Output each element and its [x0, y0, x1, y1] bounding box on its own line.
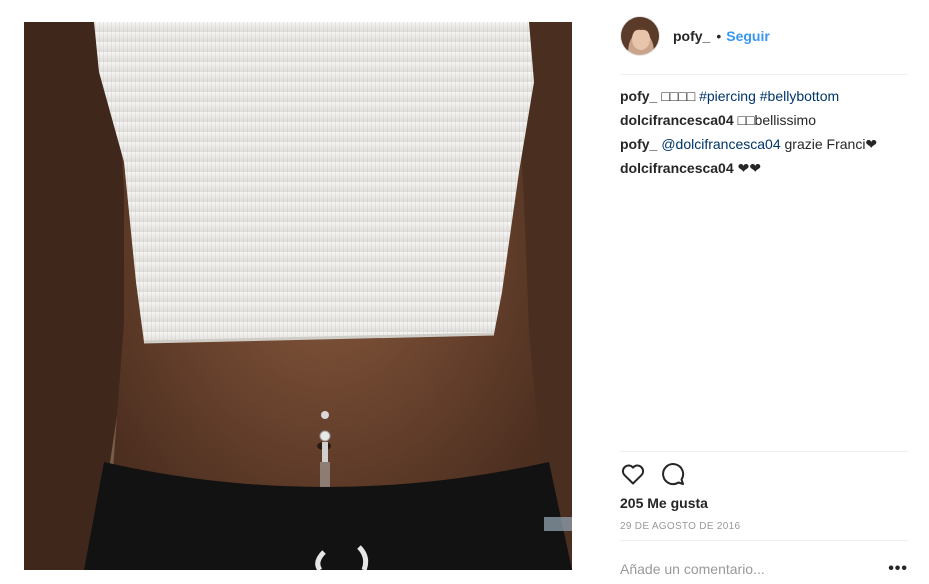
follow-button[interactable]: Seguir [726, 28, 770, 44]
avatar[interactable] [620, 16, 660, 56]
heart-icon [621, 464, 645, 485]
username-link[interactable]: pofy_ [673, 28, 710, 44]
comment-item: pofy_ @dolcifrancesca04 grazie Franci❤ [620, 135, 908, 153]
comment-text: □□□□ [661, 88, 696, 104]
comment-button[interactable] [660, 461, 686, 487]
likes-count[interactable]: 205 Me gusta [620, 495, 708, 511]
comment-author[interactable]: pofy_ [620, 88, 657, 104]
comment-text: grazie Franci❤ [784, 136, 878, 152]
actions-divider [620, 451, 908, 452]
more-options-icon[interactable]: ••• [888, 560, 908, 578]
comment-text: □□bellissimo [737, 112, 816, 128]
comment-item: dolcifrancesca04 ❤❤ [620, 159, 908, 177]
comment-author[interactable]: pofy_ [620, 136, 657, 152]
comment-author[interactable]: dolcifrancesca04 [620, 112, 734, 128]
post-header: pofy_ • Seguir [620, 16, 908, 56]
comment-divider [620, 540, 908, 541]
comments-list: pofy_ □□□□ #piercing #bellybottom dolcifr… [620, 87, 908, 183]
comment-text: ❤❤ [737, 160, 762, 176]
header-divider [620, 74, 908, 75]
post-sidebar: pofy_ • Seguir pofy_ □□□□ #piercing #bell… [620, 0, 908, 584]
comment-author[interactable]: dolcifrancesca04 [620, 160, 734, 176]
separator-dot: • [716, 28, 722, 44]
like-button[interactable] [620, 461, 646, 487]
comment-item: dolcifrancesca04 □□bellissimo [620, 111, 908, 129]
comment-input[interactable] [620, 561, 870, 577]
photo-illustration [24, 22, 572, 570]
add-comment-bar: ••• [620, 558, 908, 580]
comment-hashtags[interactable]: #piercing #bellybottom [699, 88, 839, 104]
comment-mention[interactable]: @dolcifrancesca04 [661, 136, 780, 152]
speech-bubble-icon [662, 463, 685, 486]
post-photo[interactable] [24, 22, 572, 570]
comment-item: pofy_ □□□□ #piercing #bellybottom [620, 87, 908, 105]
action-bar [620, 460, 700, 488]
post-date[interactable]: 29 DE AGOSTO DE 2016 [620, 521, 740, 532]
